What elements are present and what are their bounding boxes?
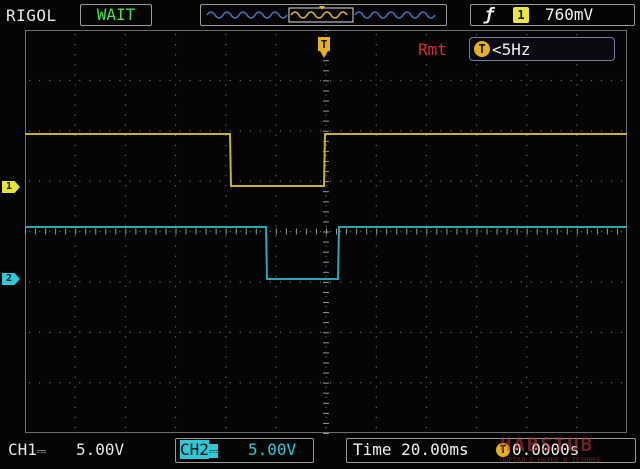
ch1-label[interactable]: CH1⎓ [8, 440, 46, 461]
trigger-icon: T [474, 41, 490, 57]
dc-coupling-icon: ⎓ [208, 444, 219, 458]
frequency-readout [469, 37, 615, 61]
ch1-scale: 5.00V [76, 440, 125, 459]
waveform-grid: T [25, 30, 627, 434]
trigger-position-icon: T [318, 37, 330, 58]
watermark-logo: HABSTUB [500, 434, 595, 456]
remote-mode-label: Rmt [418, 40, 447, 59]
ch2-trace [25, 226, 627, 280]
ch2-scale: 5.00V [248, 440, 297, 459]
ch1-name: CH1 [8, 440, 37, 459]
timebase-scale: Time 20.00ms [353, 440, 469, 459]
svg-text:T: T [321, 38, 328, 51]
dc-coupling-icon: ⎓ [36, 444, 47, 458]
ch2-label: CH2⎓ [180, 440, 219, 461]
ch2-name: CH2 [180, 440, 209, 459]
frequency-value: <5Hz [492, 40, 531, 59]
watermark-subtitle: ПОРТАЛ О НАУКЕ И ТЕХНИКЕ [500, 456, 602, 464]
